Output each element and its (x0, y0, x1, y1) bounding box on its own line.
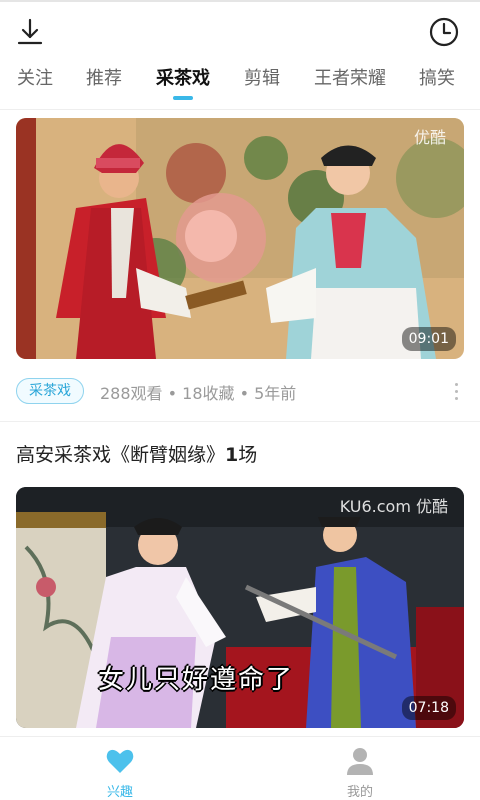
nav-interest-label: 兴趣 (106, 785, 133, 800)
category-tabs: 关注 推荐 采茶戏 剪辑 王者荣耀 搞笑 (0, 62, 480, 102)
category-tag[interactable]: 采茶戏 (16, 378, 84, 404)
tab-label: 采茶戏 (156, 68, 210, 89)
video-watermark: KU6.com 优酷 (339, 497, 448, 516)
tab-label: 推荐 (86, 68, 122, 89)
tab-follow[interactable]: 关注 (14, 62, 56, 102)
tab-label: 关注 (17, 68, 53, 89)
tab-funny[interactable]: 搞笑 (414, 62, 460, 102)
more-dot-icon (454, 396, 458, 400)
tab-clips[interactable]: 剪辑 (240, 62, 284, 102)
video-stats: 288观看 • 18收藏 • 5年前 (100, 384, 297, 403)
history-button[interactable] (426, 14, 462, 50)
video-duration: 07:18 (401, 696, 456, 720)
video-title-suffix: 场 (238, 444, 258, 466)
video-title[interactable]: 高安采茶戏《断臂姻缘》1场 (16, 440, 257, 467)
download-icon (17, 18, 43, 45)
more-dot-icon (454, 389, 458, 393)
video-subtitle: 女儿只好遵命了 (98, 665, 295, 695)
top-bar: 关注 推荐 采茶戏 剪辑 王者荣耀 搞笑 (0, 0, 480, 110)
user-icon (347, 748, 373, 775)
video-meta-row: 采茶戏 288观看 • 18收藏 • 5年前 (16, 376, 464, 406)
nav-mine[interactable]: 我的 (320, 743, 400, 800)
tab-recommend[interactable]: 推荐 (82, 62, 126, 102)
video-thumbnail[interactable]: 优酷 09:01 (16, 118, 464, 359)
video-title-number: 1 (225, 444, 239, 466)
feed-divider (0, 421, 480, 422)
video-thumbnail[interactable]: KU6.com 优酷 女儿只好遵命了 07:18 (16, 487, 464, 728)
nav-mine-label: 我的 (346, 785, 373, 800)
status-divider (0, 0, 480, 2)
video-frame-image (16, 118, 464, 359)
nav-interest[interactable]: 兴趣 (80, 743, 160, 800)
heart-icon (106, 749, 134, 773)
video-duration: 09:01 (401, 327, 456, 351)
tab-honor-of-kings[interactable]: 王者荣耀 (310, 62, 390, 102)
clock-icon (429, 17, 459, 47)
tab-label: 搞笑 (419, 68, 455, 89)
tab-label: 剪辑 (244, 68, 280, 89)
download-button[interactable] (12, 14, 48, 50)
tab-label: 王者荣耀 (314, 68, 386, 89)
video-watermark: 优酷 (413, 128, 446, 147)
more-dot-icon (454, 382, 458, 386)
active-tab-indicator (173, 96, 193, 100)
video-title-text: 高安采茶戏《断臂姻缘》 (16, 444, 226, 466)
more-options-button[interactable] (448, 378, 464, 404)
tab-caichaxi[interactable]: 采茶戏 (150, 62, 216, 102)
bottom-nav: 兴趣 我的 (0, 736, 480, 800)
